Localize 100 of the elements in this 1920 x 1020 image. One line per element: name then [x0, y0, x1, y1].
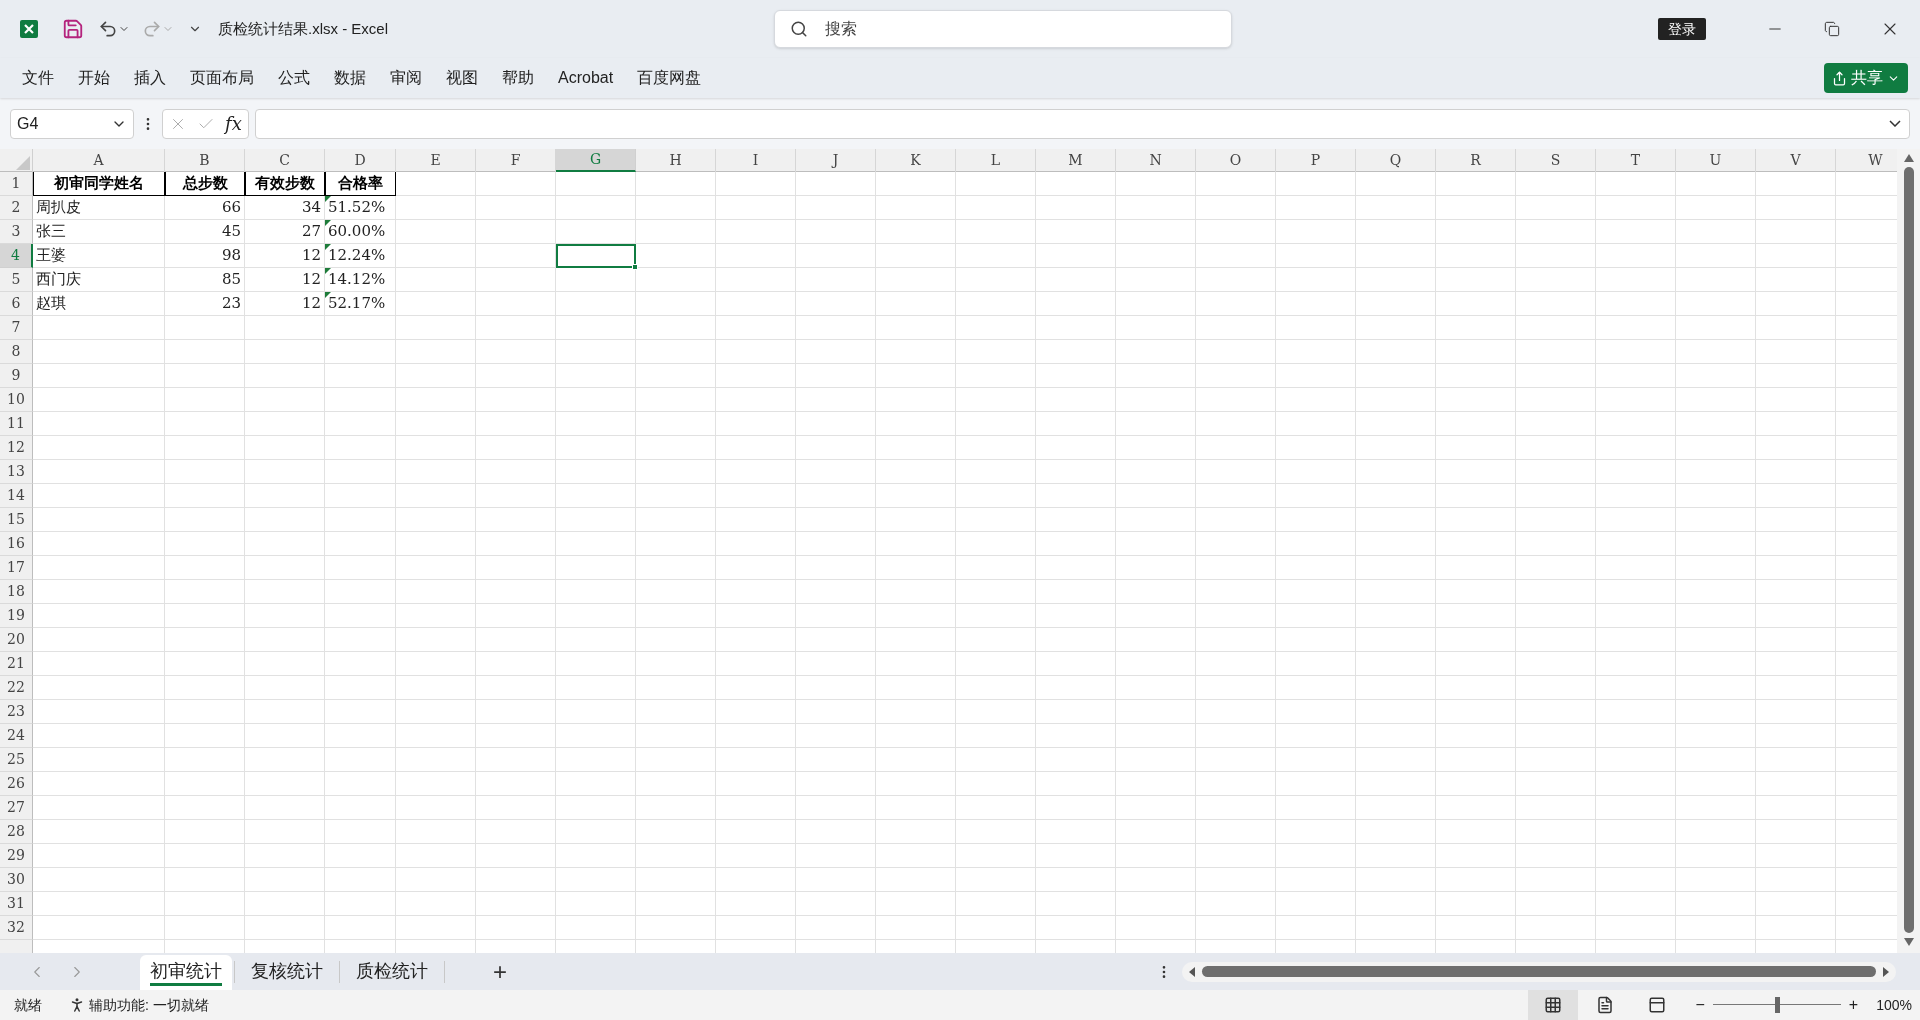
- column-header[interactable]: Q: [1356, 149, 1436, 172]
- menu-tab[interactable]: 页面布局: [178, 62, 266, 94]
- menu-tab[interactable]: 帮助: [490, 62, 546, 94]
- row-header[interactable]: 8: [0, 340, 33, 364]
- vertical-scrollbar-thumb[interactable]: [1903, 167, 1914, 933]
- zoom-level[interactable]: 100%: [1876, 994, 1912, 1016]
- column-header[interactable]: A: [33, 149, 165, 172]
- accessibility-status[interactable]: 辅助功能: 一切就绪: [89, 994, 209, 1016]
- column-header[interactable]: J: [796, 149, 876, 172]
- zoom-out-button[interactable]: −: [1691, 993, 1709, 1017]
- menu-tab[interactable]: 审阅: [378, 62, 434, 94]
- menu-tab[interactable]: 公式: [266, 62, 322, 94]
- row-header[interactable]: 24: [0, 724, 33, 748]
- table-cell: 周扒皮: [33, 196, 165, 220]
- fill-handle-icon[interactable]: [632, 264, 638, 270]
- save-icon[interactable]: [62, 18, 84, 40]
- column-header[interactable]: T: [1596, 149, 1676, 172]
- column-header[interactable]: E: [396, 149, 476, 172]
- row-header[interactable]: 11: [0, 412, 33, 436]
- row-header[interactable]: 32: [0, 916, 33, 940]
- column-header[interactable]: L: [956, 149, 1036, 172]
- add-sheet-button[interactable]: +: [493, 959, 507, 984]
- row-header[interactable]: 14: [0, 484, 33, 508]
- column-header[interactable]: K: [876, 149, 956, 172]
- column-header[interactable]: N: [1116, 149, 1196, 172]
- column-header[interactable]: D: [325, 149, 396, 172]
- undo-icon[interactable]: [98, 19, 118, 39]
- column-header[interactable]: B: [165, 149, 245, 172]
- column-header[interactable]: R: [1436, 149, 1516, 172]
- scroll-left-icon[interactable]: [1188, 965, 1196, 978]
- row-header[interactable]: 12: [0, 436, 33, 460]
- row-header[interactable]: 30: [0, 868, 33, 892]
- row-header[interactable]: 21: [0, 652, 33, 676]
- menu-tab[interactable]: 插入: [122, 62, 178, 94]
- table-cell: 85: [165, 268, 245, 292]
- expand-icon[interactable]: [1889, 120, 1901, 127]
- share-button[interactable]: 共享: [1824, 63, 1908, 93]
- zoom-slider-thumb[interactable]: [1774, 997, 1780, 1013]
- horizontal-scrollbar[interactable]: [1182, 961, 1896, 982]
- row-header[interactable]: 13: [0, 460, 33, 484]
- row-header[interactable]: 17: [0, 556, 33, 580]
- row-header[interactable]: 10: [0, 388, 33, 412]
- row-header[interactable]: 7: [0, 316, 33, 340]
- horizontal-scrollbar-thumb[interactable]: [1202, 966, 1876, 977]
- table-cell: 有效步数: [245, 172, 325, 196]
- view-button[interactable]: [1527, 990, 1578, 1020]
- row-header[interactable]: 18: [0, 580, 33, 604]
- row-header[interactable]: 19: [0, 604, 33, 628]
- table-cell: 12: [245, 268, 325, 292]
- name-box[interactable]: G4: [10, 108, 134, 139]
- insert-function-button[interactable]: fx: [225, 110, 242, 137]
- column-header[interactable]: C: [245, 149, 325, 172]
- menu-tab[interactable]: 百度网盘: [625, 62, 714, 94]
- sheet-tab[interactable]: 质检统计: [342, 954, 442, 989]
- zoom-in-button[interactable]: +: [1844, 993, 1863, 1017]
- row-header[interactable]: 27: [0, 796, 33, 820]
- sheet-tab[interactable]: 复核统计: [237, 954, 337, 989]
- row-header[interactable]: 9: [0, 364, 33, 388]
- row-header[interactable]: 29: [0, 844, 33, 868]
- column-header[interactable]: G: [556, 149, 636, 172]
- row-header[interactable]: 23: [0, 700, 33, 724]
- search-field[interactable]: 搜索: [774, 10, 1232, 48]
- restore-icon[interactable]: [1824, 21, 1840, 37]
- sign-in-button[interactable]: 登录: [1658, 18, 1706, 40]
- column-header[interactable]: O: [1196, 149, 1276, 172]
- row-header[interactable]: 5: [0, 268, 33, 292]
- menu-tab[interactable]: 开始: [66, 62, 122, 94]
- row-header[interactable]: 3: [0, 220, 33, 244]
- row-header[interactable]: 31: [0, 892, 33, 916]
- column-header[interactable]: H: [636, 149, 716, 172]
- row-header[interactable]: 26: [0, 772, 33, 796]
- selected-cell[interactable]: [556, 244, 636, 268]
- menu-tab[interactable]: 文件: [10, 62, 66, 94]
- menu-tab[interactable]: Acrobat: [546, 62, 626, 94]
- menu-tab[interactable]: 数据: [322, 62, 378, 94]
- formula-input[interactable]: [254, 108, 1910, 139]
- row-header[interactable]: 22: [0, 676, 33, 700]
- row-header[interactable]: 2: [0, 196, 33, 220]
- spreadsheet-logo-icon[interactable]: [18, 18, 40, 40]
- column-header[interactable]: S: [1516, 149, 1596, 172]
- column-header[interactable]: U: [1676, 149, 1756, 172]
- row-header[interactable]: 28: [0, 820, 33, 844]
- column-header[interactable]: P: [1276, 149, 1356, 172]
- row-header[interactable]: 20: [0, 628, 33, 652]
- row-header[interactable]: 6: [0, 292, 33, 316]
- row-header[interactable]: 1: [0, 172, 33, 196]
- sheet-tab[interactable]: 初审统计: [140, 955, 232, 990]
- menu-tab[interactable]: 视图: [434, 62, 490, 94]
- column-header[interactable]: V: [1756, 149, 1836, 172]
- scroll-right-icon[interactable]: [1882, 965, 1890, 978]
- column-header[interactable]: M: [1036, 149, 1116, 172]
- row-header[interactable]: 15: [0, 508, 33, 532]
- row-header[interactable]: 16: [0, 532, 33, 556]
- scroll-up-icon[interactable]: [1902, 153, 1915, 163]
- row-header[interactable]: 4: [0, 244, 33, 268]
- row-header[interactable]: 25: [0, 748, 33, 772]
- column-header[interactable]: I: [716, 149, 796, 172]
- zoom-slider[interactable]: [1712, 997, 1841, 1013]
- table-cell: 34: [245, 196, 325, 220]
- scroll-down-icon[interactable]: [1902, 937, 1915, 947]
